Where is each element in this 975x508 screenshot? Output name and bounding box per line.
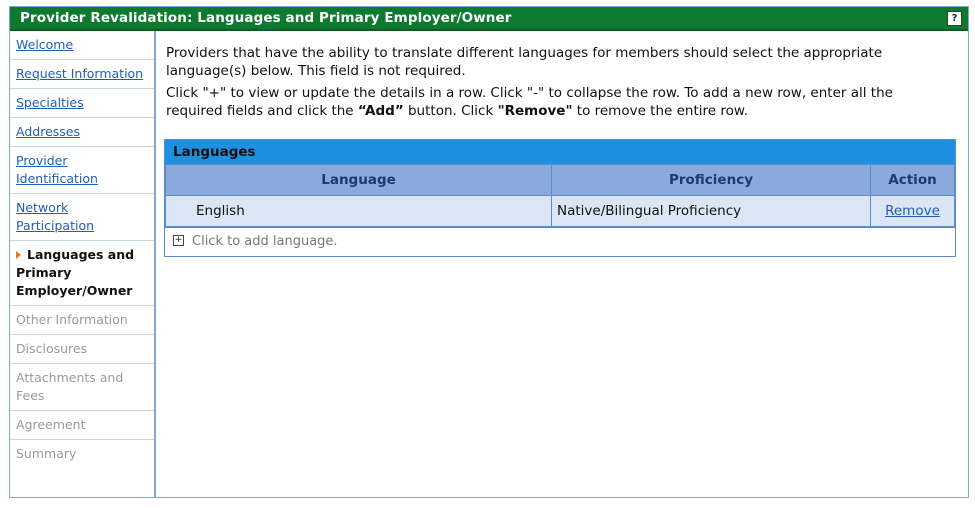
sidebar-link-welcome[interactable]: Welcome [16,37,73,52]
instructions: Providers that have the ability to trans… [166,44,941,124]
sidebar-item-specialties[interactable]: Specialties [10,89,154,118]
sidebar-link-request-information[interactable]: Request Information [16,66,143,81]
title-bar: Provider Revalidation: Languages and Pri… [10,7,968,31]
table-row[interactable]: English Native/Bilingual Proficiency Rem… [165,195,955,227]
expand-plus-icon[interactable]: + [173,235,184,246]
sidebar-label-disclosures: Disclosures [16,341,88,356]
languages-panel-title: Languages [165,140,955,164]
remove-link[interactable]: Remove [885,203,940,219]
page-title: Provider Revalidation: Languages and Pri… [20,10,512,26]
instruction-paragraph-2: Click "+" to view or update the details … [166,84,941,120]
revalidation-window: Provider Revalidation: Languages and Pri… [9,6,969,498]
add-language-label[interactable]: Click to add language. [192,234,338,249]
column-header-action: Action [870,164,955,196]
sidebar-item-network-participation[interactable]: Network Participation [10,194,154,241]
sidebar-item-addresses[interactable]: Addresses [10,118,154,147]
sidebar-label-summary: Summary [16,446,77,461]
sidebar-item-disclosures: Disclosures [10,335,154,364]
main-content: Providers that have the ability to trans… [156,31,968,497]
cell-language: English [165,195,552,227]
sidebar-label-agreement: Agreement [16,417,86,432]
sidebar-item-request-information[interactable]: Request Information [10,60,154,89]
cell-action: Remove [870,195,955,227]
instruction-remove-word: "Remove" [497,103,573,119]
sidebar-item-agreement: Agreement [10,411,154,440]
current-step-arrow-icon [16,250,21,259]
sidebar-label-other-information: Other Information [16,312,128,327]
column-header-proficiency: Proficiency [551,164,871,196]
sidebar-link-specialties[interactable]: Specialties [16,95,84,110]
instruction-add-word: “Add” [357,103,404,119]
sidebar-item-other-information: Other Information [10,306,154,335]
table-header-row: Language Proficiency Action [165,164,955,196]
column-header-language: Language [165,164,552,196]
instruction-text-b: button. Click [403,103,498,119]
sidebar-item-welcome[interactable]: Welcome [10,31,154,60]
languages-table: Language Proficiency Action English Nati… [165,164,955,227]
sidebar-current-label: Languages and Primary Employer/Owner [16,247,135,298]
sidebar-link-addresses[interactable]: Addresses [16,124,80,139]
cell-proficiency: Native/Bilingual Proficiency [551,195,871,227]
sidebar-link-provider-identification[interactable]: Provider Identification [16,153,98,186]
sidebar-link-network-participation[interactable]: Network Participation [16,200,94,233]
languages-panel: Languages Language Proficiency Action En… [164,139,956,257]
instruction-paragraph-1: Providers that have the ability to trans… [166,45,883,79]
instruction-text-c: to remove the entire row. [572,103,748,119]
add-language-row[interactable]: + Click to add language. [165,227,955,256]
sidebar-item-provider-identification[interactable]: Provider Identification [10,147,154,194]
sidebar-label-attachments-and-fees: Attachments and Fees [16,370,124,403]
sidebar-nav: Welcome Request Information Specialties … [10,31,156,497]
sidebar-item-languages: Languages and Primary Employer/Owner [10,241,154,306]
sidebar-item-attachments-and-fees: Attachments and Fees [10,364,154,411]
help-icon[interactable]: ? [947,11,962,26]
sidebar-item-summary: Summary [10,440,154,468]
